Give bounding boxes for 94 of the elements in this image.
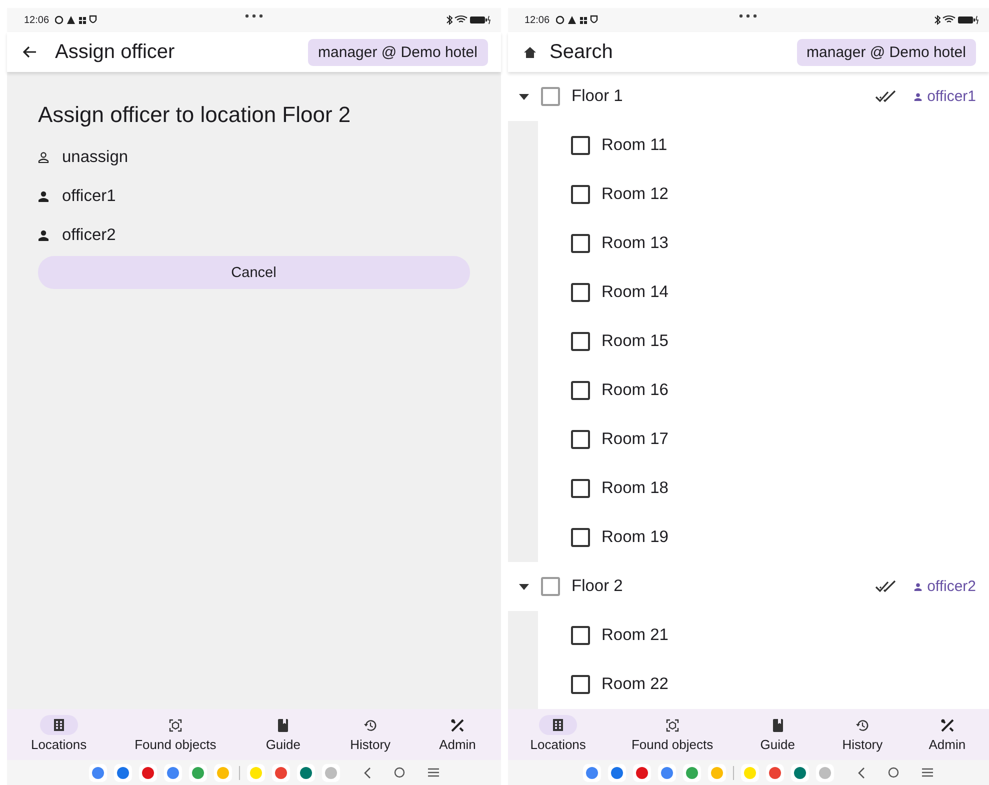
floor-label[interactable]: Floor 1	[572, 87, 623, 106]
account-chip[interactable]: manager @ Demo hotel	[308, 38, 488, 66]
room-label[interactable]: Room 19	[602, 528, 668, 547]
nav-tab[interactable]: Locations	[530, 709, 586, 760]
app-icon[interactable]	[633, 764, 652, 782]
notification-icons	[55, 15, 98, 25]
tools-icon	[451, 718, 464, 732]
book-icon	[278, 718, 288, 732]
history-icon	[364, 718, 377, 732]
room-label[interactable]: Room 14	[602, 283, 668, 302]
scan-icon	[666, 718, 679, 732]
officer-option[interactable]: unassign	[38, 138, 470, 177]
caret-icon[interactable]	[518, 584, 528, 590]
home-circle-icon[interactable]	[394, 767, 405, 778]
checkbox[interactable]	[570, 185, 590, 204]
back-button[interactable]	[21, 44, 39, 60]
checkbox[interactable]	[540, 87, 560, 106]
officer-link[interactable]: officer2	[914, 578, 976, 595]
nav-tab[interactable]: Found objects	[631, 709, 714, 760]
screen-title: Search	[550, 40, 613, 64]
system-status-icons	[933, 15, 979, 25]
history-icon	[856, 718, 869, 732]
screen-title: Assign officer	[55, 40, 175, 64]
room-label[interactable]: Room 22	[602, 675, 668, 694]
checkbox[interactable]	[570, 430, 590, 449]
checkbox[interactable]	[570, 234, 590, 253]
app-icon[interactable]	[766, 764, 784, 782]
app-icon[interactable]	[608, 764, 626, 782]
nav-tab[interactable]: Found objects	[134, 709, 216, 760]
back-icon[interactable]	[857, 766, 866, 778]
app-icon[interactable]	[188, 764, 207, 782]
checkbox[interactable]	[540, 577, 560, 596]
menu-icon[interactable]	[428, 768, 439, 777]
checkbox[interactable]	[570, 528, 590, 547]
status-time: 12:06	[24, 14, 50, 26]
nav-tab[interactable]: Guide	[264, 709, 302, 760]
app-icon[interactable]	[138, 764, 157, 782]
app-icon[interactable]	[791, 764, 810, 782]
checkbox[interactable]	[570, 675, 590, 694]
nav-tab[interactable]: History	[842, 709, 883, 760]
person-icon	[914, 582, 922, 590]
checkbox[interactable]	[570, 332, 590, 351]
dialog-title: Assign officer to location Floor 2	[38, 102, 352, 128]
nav-tab[interactable]: Admin	[928, 709, 966, 760]
more-dots-icon	[244, 14, 263, 18]
person-icon	[38, 191, 49, 202]
room-label[interactable]: Room 12	[602, 185, 668, 204]
nav-tab[interactable]: Admin	[438, 709, 476, 760]
app-icon[interactable]	[296, 764, 315, 782]
scan-icon	[168, 718, 182, 732]
app-icon[interactable]	[583, 764, 602, 782]
floor-label[interactable]: Floor 2	[572, 577, 623, 596]
room-label[interactable]: Room 15	[602, 332, 668, 351]
officer-link[interactable]: officer1	[914, 88, 976, 105]
room-label[interactable]: Room 17	[602, 430, 668, 449]
caret-icon[interactable]	[518, 94, 528, 100]
nav-tab[interactable]: Guide	[758, 709, 797, 760]
status-time: 12:06	[524, 14, 550, 26]
back-icon[interactable]	[362, 766, 371, 778]
tools-icon	[940, 718, 954, 732]
checkbox[interactable]	[570, 626, 590, 645]
room-label[interactable]: Room 11	[602, 136, 668, 155]
app-icon[interactable]	[88, 764, 107, 782]
officer-option[interactable]: officer1	[38, 177, 470, 216]
cancel-button[interactable]: Cancel	[38, 256, 470, 289]
checkbox[interactable]	[570, 136, 590, 155]
person-icon	[914, 92, 922, 100]
app-icon[interactable]	[114, 764, 132, 782]
home-button[interactable]	[522, 44, 538, 60]
building-icon	[553, 719, 564, 731]
checkbox[interactable]	[570, 283, 590, 302]
room-label[interactable]: Room 16	[602, 381, 668, 400]
account-chip[interactable]: manager @ Demo hotel	[796, 38, 976, 66]
person-icon	[38, 230, 49, 241]
app-icon[interactable]	[272, 764, 290, 782]
menu-icon[interactable]	[922, 768, 934, 777]
nav-tab[interactable]: Locations	[30, 709, 87, 760]
book-icon	[772, 718, 783, 732]
more-dots-icon	[739, 14, 758, 18]
home-circle-icon[interactable]	[888, 767, 900, 778]
person-outline-icon	[38, 152, 49, 163]
app-icon[interactable]	[658, 764, 676, 782]
nav-tab[interactable]: History	[350, 709, 391, 760]
room-label[interactable]: Room 21	[602, 626, 668, 645]
checkbox[interactable]	[570, 381, 590, 400]
app-icon[interactable]	[683, 764, 702, 782]
app-icon[interactable]	[164, 764, 182, 782]
system-status-icons	[444, 15, 490, 25]
officer-option[interactable]: officer2	[38, 216, 470, 255]
room-label[interactable]: Room 13	[602, 234, 668, 253]
room-label[interactable]: Room 18	[602, 479, 668, 498]
building-icon	[54, 719, 64, 731]
checkbox[interactable]	[570, 479, 590, 498]
notification-icons	[556, 15, 598, 25]
